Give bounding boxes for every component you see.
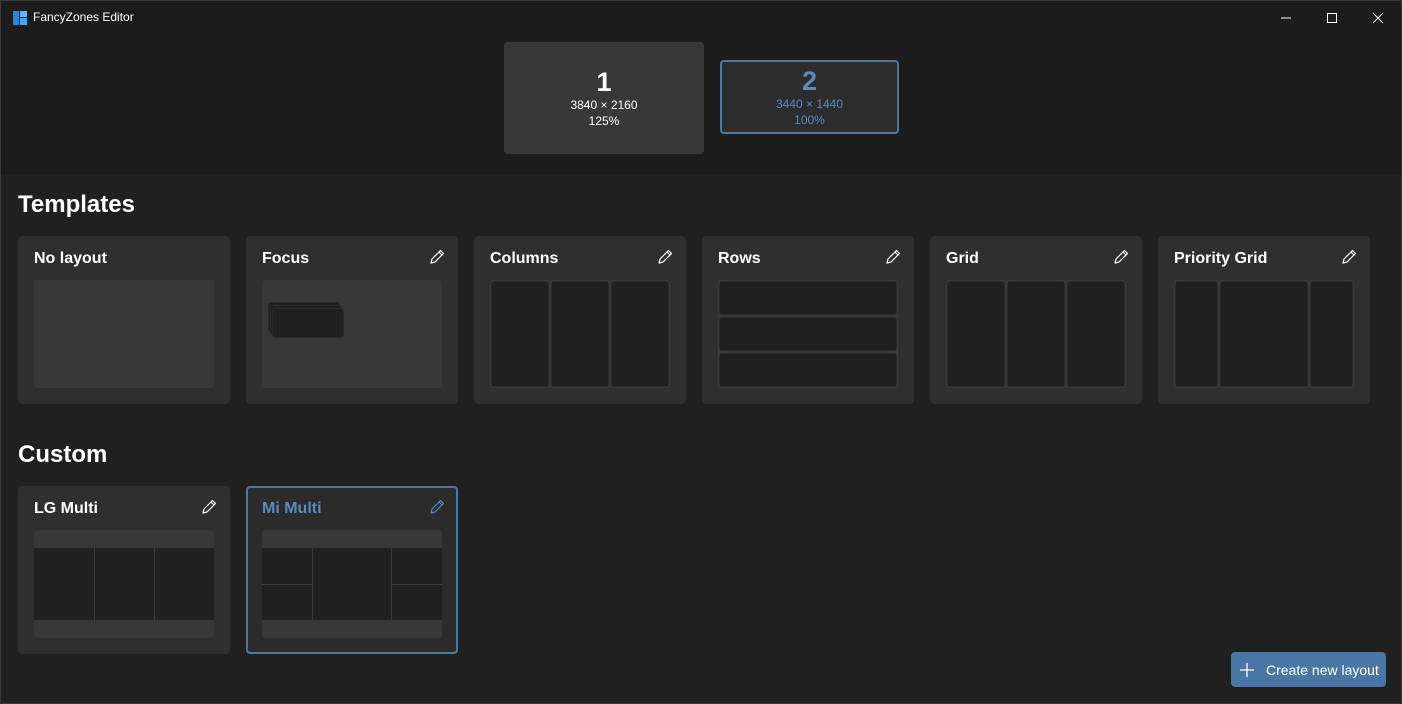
templates-heading: Templates (18, 191, 135, 218)
monitor-scale: 100% (794, 113, 825, 127)
card-title: Mi Multi (262, 500, 322, 517)
window-title: FancyZones Editor (33, 10, 134, 24)
custom-card-lg-multi[interactable]: LG Multi (18, 486, 230, 654)
card-title: No layout (34, 250, 107, 267)
card-title: Columns (490, 250, 559, 267)
custom-heading: Custom (18, 441, 108, 468)
monitor-selector: 1 3840 × 2160 125% 2 3440 × 1440 100% (1, 35, 1401, 175)
minimize-button[interactable] (1263, 1, 1309, 35)
layout-preview (34, 530, 214, 638)
layout-preview (34, 280, 214, 388)
template-card-priority-grid[interactable]: Priority Grid (1158, 236, 1370, 404)
pencil-icon[interactable] (1112, 248, 1130, 266)
pencil-icon[interactable] (656, 248, 674, 266)
template-card-grid[interactable]: Grid (930, 236, 1142, 404)
maximize-icon (1327, 13, 1337, 23)
monitor-2-button[interactable]: 2 3440 × 1440 100% (720, 60, 899, 134)
pencil-icon[interactable] (1340, 248, 1358, 266)
monitor-resolution: 3840 × 2160 (570, 98, 638, 112)
card-title: Priority Grid (1174, 250, 1268, 267)
template-card-focus[interactable]: Focus (246, 236, 458, 404)
custom-card-mi-multi[interactable]: Mi Multi (246, 486, 458, 654)
pencil-icon[interactable] (200, 498, 218, 516)
layout-preview (262, 280, 442, 388)
pencil-icon[interactable] (428, 498, 446, 516)
plus-icon (1240, 662, 1254, 677)
card-title: LG Multi (34, 500, 98, 517)
template-card-rows[interactable]: Rows (702, 236, 914, 404)
title-bar: FancyZones Editor (1, 1, 1401, 35)
close-button[interactable] (1355, 1, 1401, 35)
layout-preview (490, 280, 670, 388)
monitor-number: 2 (801, 66, 818, 96)
monitor-resolution: 3440 × 1440 (775, 97, 844, 111)
minimize-icon (1281, 17, 1291, 19)
create-new-layout-label: Create new layout (1266, 661, 1379, 678)
close-icon (1372, 12, 1384, 24)
card-title: Grid (946, 250, 979, 267)
template-card-no-layout[interactable]: No layout (18, 236, 230, 404)
layout-preview (262, 530, 442, 638)
template-card-columns[interactable]: Columns (474, 236, 686, 404)
layout-preview (718, 280, 898, 388)
fancyzones-app-icon (13, 11, 27, 25)
maximize-button[interactable] (1309, 1, 1355, 35)
pencil-icon[interactable] (428, 248, 446, 266)
monitor-number: 1 (596, 67, 612, 97)
layout-preview (1174, 280, 1354, 388)
create-new-layout-button[interactable]: Create new layout (1231, 652, 1386, 687)
fancyzones-window: FancyZones Editor 1 3840 × 2160 125% 2 3… (0, 0, 1402, 704)
card-title: Focus (262, 250, 310, 267)
card-title: Rows (718, 250, 761, 267)
pencil-icon[interactable] (884, 248, 902, 266)
monitor-scale: 125% (588, 114, 620, 128)
layout-preview (946, 280, 1126, 388)
monitor-1-button[interactable]: 1 3840 × 2160 125% (504, 42, 704, 154)
